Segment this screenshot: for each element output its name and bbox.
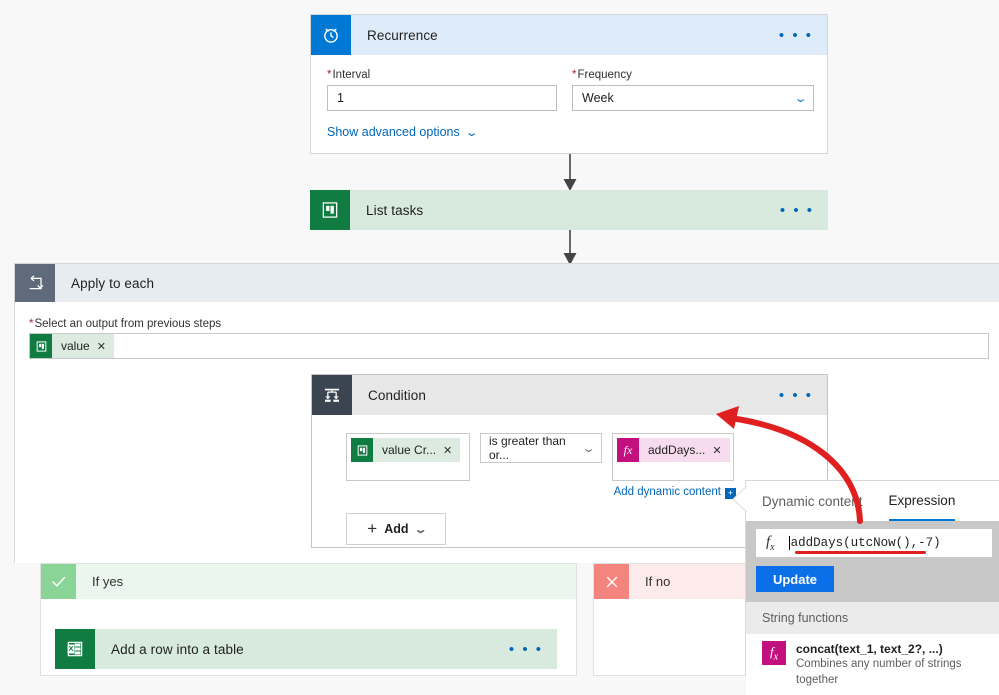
frequency-field: *Frequency Week ⌄: [572, 69, 814, 111]
expression-annotation-underline: [795, 551, 926, 554]
condition-title: Condition: [368, 387, 426, 403]
panel-tabs: Dynamic content Expression: [746, 481, 999, 521]
checkmark-icon: [41, 564, 76, 599]
value-token-chip[interactable]: value ✕: [30, 334, 114, 358]
condition-menu-button[interactable]: • • •: [779, 375, 827, 415]
chevron-down-icon: ⌄: [581, 442, 596, 455]
add-dynamic-content-label: Add dynamic content: [613, 486, 721, 498]
condition-header[interactable]: Condition • • •: [312, 375, 827, 415]
show-advanced-options-label: Show advanced options: [327, 125, 460, 139]
add-button-label: Add: [384, 522, 409, 536]
apply-to-each-header[interactable]: Apply to each: [15, 264, 999, 302]
chevron-down-icon: ⌄: [464, 126, 479, 139]
condition-right-operand[interactable]: fx addDays... ✕: [612, 433, 734, 481]
add-row-into-table-card[interactable]: X Add a row into a table • • •: [55, 629, 557, 669]
if-yes-title: If yes: [92, 574, 124, 589]
recurrence-menu-button[interactable]: • • •: [779, 15, 827, 55]
left-token-label: value Cr...: [382, 443, 437, 457]
condition-row: value Cr... ✕ is greater than or... ⌄ fx…: [346, 433, 827, 481]
planner-icon: [310, 190, 350, 230]
add-condition-button[interactable]: + Add ⌄: [346, 513, 446, 545]
remove-token-icon[interactable]: ✕: [712, 444, 729, 457]
list-tasks-header[interactable]: List tasks • • •: [310, 190, 828, 230]
recurrence-header[interactable]: Recurrence • • •: [311, 15, 827, 55]
required-asterisk: *: [29, 318, 34, 330]
select-output-label: *Select an output from previous steps: [29, 318, 222, 330]
tab-expression[interactable]: Expression: [888, 481, 956, 521]
if-yes-branch[interactable]: If yes X Add a row into a table • • •: [40, 563, 577, 676]
list-tasks-card[interactable]: List tasks • • •: [310, 190, 828, 230]
right-token-label: addDays...: [648, 443, 706, 457]
select-output-input[interactable]: value ✕: [29, 333, 989, 359]
function-description: Combines any number of strings together: [796, 658, 962, 686]
interval-field: *Interval 1: [327, 69, 557, 111]
condition-icon: [312, 375, 352, 415]
alarm-clock-icon: [311, 15, 351, 55]
plus-icon: +: [367, 519, 378, 538]
list-tasks-title: List tasks: [366, 202, 424, 218]
if-yes-header: If yes: [41, 564, 576, 599]
frequency-select[interactable]: Week ⌄: [572, 85, 814, 111]
frequency-label: *Frequency: [572, 69, 632, 81]
interval-input[interactable]: 1: [327, 85, 557, 111]
condition-operator-select[interactable]: is greater than or... ⌄: [480, 433, 602, 463]
close-icon: [594, 564, 629, 599]
adddays-expression-chip[interactable]: fx addDays... ✕: [617, 438, 730, 462]
add-row-menu-button[interactable]: • • •: [509, 629, 557, 669]
apply-to-each-body: *Select an output from previous steps va…: [15, 302, 999, 359]
condition-left-operand[interactable]: value Cr... ✕: [346, 433, 470, 481]
recurrence-title: Recurrence: [367, 27, 438, 43]
function-text: concat(text_1, text_2?, ...) Combines an…: [796, 641, 992, 688]
show-advanced-options-link[interactable]: Show advanced options ⌄: [327, 125, 479, 139]
connector-arrow-recurrence-to-list: [563, 154, 577, 191]
apply-to-each-title: Apply to each: [71, 275, 155, 291]
list-tasks-menu-button[interactable]: • • •: [780, 190, 828, 230]
update-button[interactable]: Update: [756, 566, 834, 592]
value-created-token-chip[interactable]: value Cr... ✕: [351, 438, 461, 462]
operator-value: is greater than or...: [489, 434, 566, 462]
remove-token-icon[interactable]: ✕: [443, 444, 460, 457]
recurrence-body: *Interval 1 *Frequency Week ⌄: [311, 55, 827, 111]
fx-icon: fx: [617, 438, 639, 462]
required-asterisk: *: [327, 69, 332, 81]
planner-icon: [351, 438, 373, 462]
interval-label: *Interval: [327, 69, 371, 81]
fx-icon: fx: [766, 533, 775, 553]
value-token-label: value: [61, 339, 90, 353]
fx-icon: fx: [762, 641, 786, 665]
chevron-down-icon: ⌄: [413, 523, 428, 536]
expression-value: addDays(utcNow(),-7): [790, 536, 941, 550]
add-row-title: Add a row into a table: [111, 641, 244, 657]
loop-icon: [15, 264, 55, 302]
required-asterisk: *: [572, 69, 577, 81]
add-dynamic-content-link[interactable]: Add dynamic content +: [346, 486, 736, 499]
function-signature: concat(text_1, text_2?, ...): [796, 642, 943, 656]
recurrence-card[interactable]: Recurrence • • • *Interval 1 *Frequency …: [310, 14, 828, 154]
frequency-value: Week: [582, 91, 614, 105]
function-list-item[interactable]: fx concat(text_1, text_2?, ...) Combines…: [746, 634, 999, 695]
connector-arrow-list-to-apply: [563, 230, 577, 265]
planner-icon: [30, 334, 52, 358]
text-caret: [788, 536, 790, 550]
svg-text:X: X: [68, 644, 73, 653]
remove-token-icon[interactable]: ✕: [97, 340, 114, 353]
expression-panel[interactable]: Dynamic content Expression fx addDays(ut…: [745, 480, 999, 695]
excel-icon: X: [55, 629, 95, 669]
panel-callout-pointer: [733, 486, 747, 512]
string-functions-header: String functions: [746, 602, 999, 634]
tab-dynamic-content[interactable]: Dynamic content: [762, 481, 863, 521]
expression-input-band: fx addDays(utcNow(),-7) Update: [746, 521, 999, 602]
chevron-down-icon: ⌄: [793, 92, 808, 105]
